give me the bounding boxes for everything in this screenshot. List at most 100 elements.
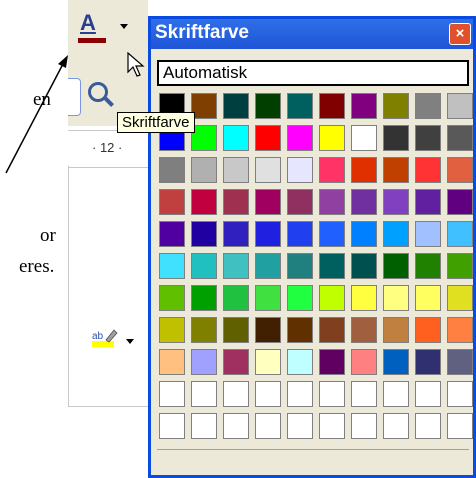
color-swatch[interactable] [319, 189, 345, 215]
empty-color-swatch[interactable] [447, 413, 473, 439]
empty-color-swatch[interactable] [383, 381, 409, 407]
color-swatch[interactable] [351, 317, 377, 343]
color-swatch[interactable] [383, 157, 409, 183]
color-swatch[interactable] [447, 221, 473, 247]
color-swatch[interactable] [191, 93, 217, 119]
color-swatch[interactable] [415, 349, 441, 375]
color-swatch[interactable] [319, 157, 345, 183]
font-color-button[interactable]: A [76, 10, 110, 46]
color-swatch[interactable] [191, 349, 217, 375]
color-swatch[interactable] [255, 349, 281, 375]
color-swatch[interactable] [159, 285, 185, 311]
color-swatch[interactable] [383, 253, 409, 279]
color-swatch[interactable] [255, 221, 281, 247]
color-swatch[interactable] [159, 221, 185, 247]
color-swatch[interactable] [383, 221, 409, 247]
color-swatch[interactable] [351, 189, 377, 215]
color-swatch[interactable] [159, 349, 185, 375]
color-swatch[interactable] [383, 93, 409, 119]
color-swatch[interactable] [447, 349, 473, 375]
close-button[interactable]: × [449, 23, 471, 45]
empty-color-swatch[interactable] [223, 413, 249, 439]
color-swatch[interactable] [351, 93, 377, 119]
color-swatch[interactable] [223, 157, 249, 183]
color-swatch[interactable] [159, 157, 185, 183]
empty-color-swatch[interactable] [159, 413, 185, 439]
color-swatch[interactable] [191, 189, 217, 215]
color-swatch[interactable] [351, 157, 377, 183]
color-swatch[interactable] [319, 349, 345, 375]
automatic-color-button[interactable]: Automatisk [157, 60, 469, 86]
highlight-dropdown-icon[interactable] [126, 339, 134, 344]
color-swatch[interactable] [319, 317, 345, 343]
color-swatch[interactable] [351, 221, 377, 247]
color-swatch[interactable] [223, 285, 249, 311]
color-swatch[interactable] [287, 93, 313, 119]
color-swatch[interactable] [255, 157, 281, 183]
color-swatch[interactable] [287, 157, 313, 183]
color-swatch[interactable] [223, 349, 249, 375]
color-swatch[interactable] [191, 317, 217, 343]
color-swatch[interactable] [447, 157, 473, 183]
color-swatch[interactable] [255, 93, 281, 119]
color-swatch[interactable] [351, 285, 377, 311]
empty-color-swatch[interactable] [159, 381, 185, 407]
empty-color-swatch[interactable] [319, 413, 345, 439]
color-swatch[interactable] [255, 285, 281, 311]
color-swatch[interactable] [383, 317, 409, 343]
color-swatch[interactable] [159, 253, 185, 279]
color-swatch[interactable] [255, 253, 281, 279]
font-size-box[interactable] [68, 78, 81, 116]
empty-color-swatch[interactable] [415, 381, 441, 407]
color-swatch[interactable] [415, 253, 441, 279]
color-swatch[interactable] [415, 285, 441, 311]
color-swatch[interactable] [383, 349, 409, 375]
color-swatch[interactable] [319, 125, 345, 151]
color-swatch[interactable] [415, 189, 441, 215]
color-swatch[interactable] [223, 125, 249, 151]
color-swatch[interactable] [351, 253, 377, 279]
color-swatch[interactable] [447, 317, 473, 343]
color-swatch[interactable] [415, 93, 441, 119]
color-swatch[interactable] [287, 189, 313, 215]
color-swatch[interactable] [287, 221, 313, 247]
color-swatch[interactable] [447, 189, 473, 215]
color-swatch[interactable] [223, 93, 249, 119]
color-swatch[interactable] [383, 189, 409, 215]
empty-color-swatch[interactable] [191, 381, 217, 407]
color-swatch[interactable] [415, 317, 441, 343]
color-swatch[interactable] [191, 285, 217, 311]
color-swatch[interactable] [191, 253, 217, 279]
color-swatch[interactable] [191, 221, 217, 247]
color-swatch[interactable] [447, 253, 473, 279]
color-swatch[interactable] [287, 125, 313, 151]
empty-color-swatch[interactable] [287, 413, 313, 439]
color-swatch[interactable] [159, 189, 185, 215]
color-swatch[interactable] [383, 125, 409, 151]
empty-color-swatch[interactable] [319, 381, 345, 407]
empty-color-swatch[interactable] [383, 413, 409, 439]
empty-color-swatch[interactable] [415, 413, 441, 439]
color-swatch[interactable] [255, 189, 281, 215]
color-swatch[interactable] [415, 125, 441, 151]
empty-color-swatch[interactable] [351, 413, 377, 439]
color-swatch[interactable] [159, 317, 185, 343]
color-swatch[interactable] [415, 221, 441, 247]
color-swatch[interactable] [383, 285, 409, 311]
color-swatch[interactable] [255, 125, 281, 151]
empty-color-swatch[interactable] [223, 381, 249, 407]
color-swatch[interactable] [223, 221, 249, 247]
empty-color-swatch[interactable] [255, 413, 281, 439]
color-swatch[interactable] [447, 93, 473, 119]
empty-color-swatch[interactable] [447, 381, 473, 407]
color-swatch[interactable] [319, 221, 345, 247]
empty-color-swatch[interactable] [191, 413, 217, 439]
color-swatch[interactable] [191, 157, 217, 183]
color-swatch[interactable] [191, 125, 217, 151]
color-swatch[interactable] [447, 125, 473, 151]
color-swatch[interactable] [319, 285, 345, 311]
color-swatch[interactable] [287, 285, 313, 311]
color-swatch[interactable] [223, 189, 249, 215]
highlight-button[interactable]: ab [92, 316, 140, 360]
color-swatch[interactable] [351, 349, 377, 375]
